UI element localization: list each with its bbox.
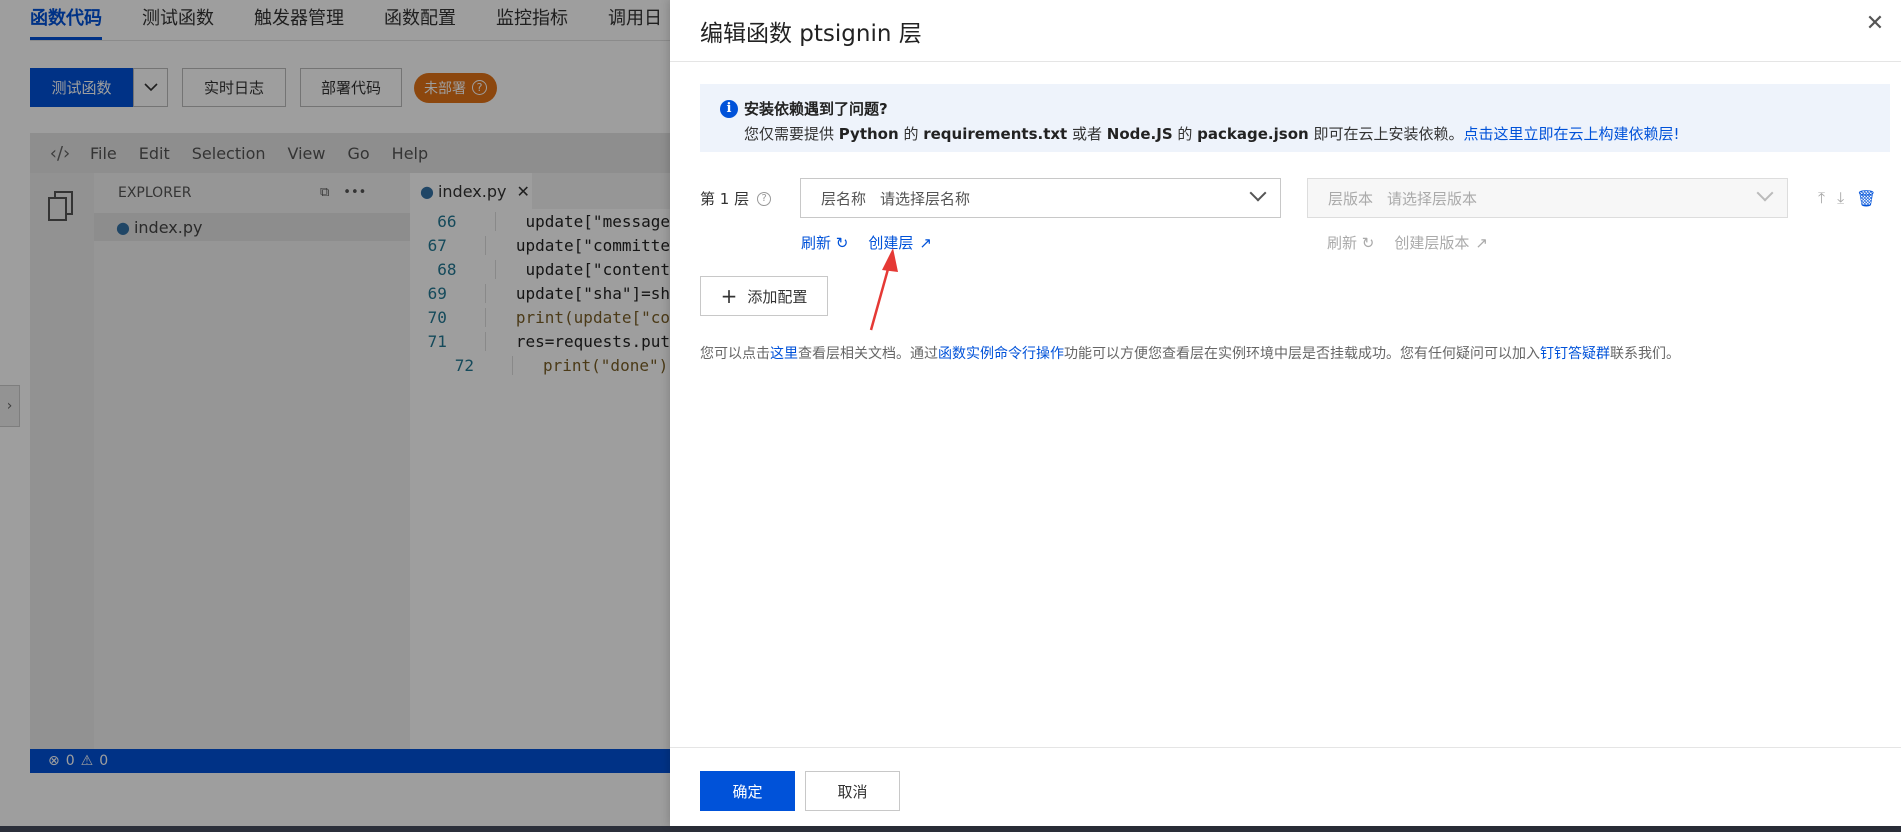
layer-help-note: 您可以点击这里查看层相关文档。通过函数实例命令行操作功能可以方便您查看层在实例环… bbox=[700, 343, 1680, 363]
create-layer-label: 创建层 bbox=[868, 234, 914, 252]
info-text-part: 您仅需要提供 bbox=[744, 125, 839, 143]
drawer-footer-divider bbox=[670, 747, 1901, 748]
info-text: 您仅需要提供 Python 的 requirements.txt 或者 Node… bbox=[744, 123, 1890, 144]
note-text: 查看层相关文档。通过 bbox=[798, 346, 938, 362]
layer-version-label: 层版本 bbox=[1328, 189, 1374, 208]
create-version-label: 创建层版本 bbox=[1394, 234, 1470, 252]
refresh-version-link[interactable]: 刷新 ↻ bbox=[1327, 232, 1374, 253]
layer-name-label: 层名称 bbox=[821, 189, 867, 208]
edit-layer-drawer: 编辑函数 ptsignin 层 ✕ i 安装依赖遇到了问题? 您仅需要提供 Py… bbox=[670, 0, 1901, 826]
note-text: 功能可以方便您查看层在实例环境中层是否挂载成功。您有任何疑问可以加入 bbox=[1064, 346, 1540, 362]
layer-row-actions: ⤒ ⤓ 🗑 bbox=[1818, 188, 1876, 208]
info-text-part: 的 bbox=[898, 125, 924, 143]
dingtalk-group-link[interactable]: 钉钉答疑群 bbox=[1540, 346, 1610, 362]
build-layer-link[interactable]: 点击这里立即在云上构建依赖层! bbox=[1463, 125, 1679, 143]
delete-icon[interactable]: 🗑 bbox=[1856, 189, 1876, 208]
chevron-down-icon bbox=[1249, 184, 1267, 202]
info-requirements: requirements.txt bbox=[923, 125, 1068, 143]
cli-link[interactable]: 函数实例命令行操作 bbox=[938, 346, 1064, 362]
layer-version-select[interactable]: 层版本 请选择层版本 bbox=[1307, 178, 1788, 218]
bottom-strip bbox=[0, 826, 1901, 832]
info-text-part: 的 bbox=[1172, 125, 1198, 143]
refresh-icon: ↻ bbox=[1361, 234, 1375, 252]
dependency-info-box: i 安装依赖遇到了问题? 您仅需要提供 Python 的 requirement… bbox=[700, 84, 1890, 152]
add-config-button[interactable]: + 添加配置 bbox=[700, 276, 828, 316]
drawer-header: 编辑函数 ptsignin 层 ✕ bbox=[670, 0, 1901, 62]
info-text-part: 或者 bbox=[1067, 125, 1107, 143]
close-icon[interactable]: ✕ bbox=[1863, 12, 1887, 36]
layer-index-label: 第 1 层 bbox=[700, 190, 750, 208]
external-link-icon: ↗ bbox=[1475, 233, 1488, 252]
modal-overlay[interactable] bbox=[0, 0, 670, 826]
move-to-top-icon[interactable]: ⤒ bbox=[1818, 188, 1825, 208]
layer-name-select[interactable]: 层名称 请选择层名称 bbox=[800, 178, 1281, 218]
confirm-button[interactable]: 确定 bbox=[700, 771, 795, 811]
info-title: 安装依赖遇到了问题? bbox=[744, 100, 888, 118]
docs-link[interactable]: 这里 bbox=[770, 346, 798, 362]
layer-version-actions: 刷新 ↻ 创建层版本 ↗ bbox=[1327, 232, 1488, 253]
add-config-label: 添加配置 bbox=[747, 287, 808, 306]
layer-version-placeholder: 请选择层版本 bbox=[1387, 189, 1478, 208]
info-python: Python bbox=[838, 125, 899, 143]
layer-name-placeholder: 请选择层名称 bbox=[880, 189, 971, 208]
refresh-label: 刷新 bbox=[801, 234, 832, 252]
refresh-layer-link[interactable]: 刷新 ↻ bbox=[801, 232, 848, 253]
external-link-icon: ↗ bbox=[919, 233, 932, 252]
plus-icon: + bbox=[720, 284, 738, 308]
note-text: 您可以点击 bbox=[700, 346, 770, 362]
create-layer-link[interactable]: 创建层 ↗ bbox=[868, 232, 932, 253]
chevron-down-icon bbox=[1756, 184, 1774, 202]
refresh-icon: ↻ bbox=[835, 234, 849, 252]
create-layer-version-link[interactable]: 创建层版本 ↗ bbox=[1394, 232, 1488, 253]
info-nodejs: Node.JS bbox=[1106, 125, 1173, 143]
layer-row-label: 第 1 层 ? bbox=[700, 188, 772, 209]
drawer-title: 编辑函数 ptsignin 层 bbox=[700, 20, 922, 47]
refresh-label: 刷新 bbox=[1327, 234, 1358, 252]
layer-name-actions: 刷新 ↻ 创建层 ↗ bbox=[801, 232, 932, 253]
move-to-bottom-icon[interactable]: ⤓ bbox=[1837, 188, 1844, 208]
info-package-json: package.json bbox=[1197, 125, 1309, 143]
help-icon[interactable]: ? bbox=[757, 191, 772, 206]
info-text-part: 即可在云上安装依赖。 bbox=[1308, 125, 1464, 143]
info-icon: i bbox=[720, 100, 738, 118]
cancel-button[interactable]: 取消 bbox=[805, 771, 900, 811]
note-text: 联系我们。 bbox=[1610, 346, 1680, 362]
